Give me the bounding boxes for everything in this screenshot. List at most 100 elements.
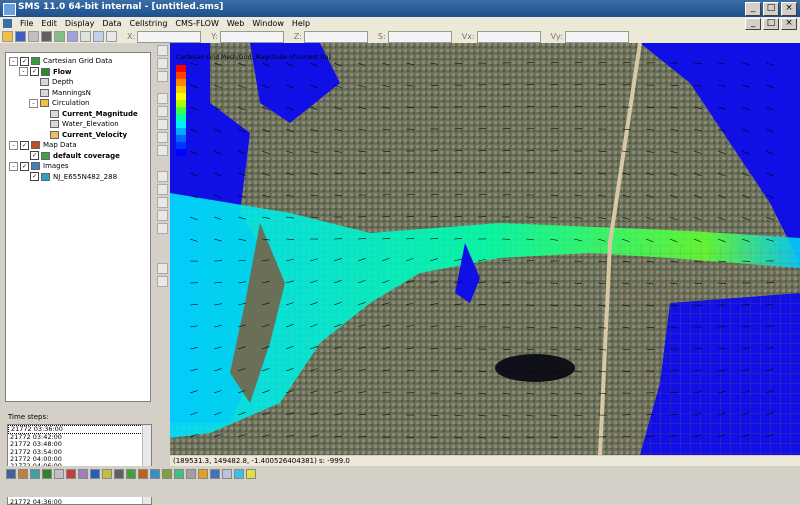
mdi-close-button[interactable]: × xyxy=(781,18,797,30)
contour-icon[interactable] xyxy=(30,469,40,479)
menu-cellstring[interactable]: Cellstring xyxy=(126,19,172,28)
visibility-checkbox[interactable]: ✓ xyxy=(20,162,29,171)
tree-item[interactable]: Current_Magnitude xyxy=(39,109,138,119)
select-row-icon[interactable] xyxy=(157,106,168,117)
tree-item-label: NJ_E655N482_288 xyxy=(53,173,117,181)
select-row-multiple-icon[interactable] xyxy=(157,132,168,143)
menu-window[interactable]: Window xyxy=(248,19,288,28)
print-icon[interactable] xyxy=(28,31,39,42)
tree-item[interactable]: -Circulation xyxy=(29,98,90,108)
tree-item[interactable]: ✓default coverage xyxy=(19,151,120,161)
expand-toggle[interactable]: - xyxy=(9,162,18,171)
zoom-icon[interactable] xyxy=(222,469,232,479)
visibility-checkbox[interactable]: ✓ xyxy=(30,67,39,76)
legend-title: Cartesian Grid Mesh/Grid: Magnitude of c… xyxy=(176,54,331,61)
mdi-minimize-button[interactable]: _ xyxy=(745,18,761,30)
polygon-icon[interactable] xyxy=(157,223,168,234)
menu-help[interactable]: Help xyxy=(288,19,314,28)
select-point-icon[interactable] xyxy=(157,171,168,182)
visibility-checkbox[interactable]: ✓ xyxy=(30,172,39,181)
legend-swatch xyxy=(176,107,186,114)
tree-item[interactable]: Current_Velocity xyxy=(39,130,127,140)
table-icon[interactable] xyxy=(54,469,64,479)
create-point-icon[interactable] xyxy=(157,197,168,208)
expand-toggle[interactable]: - xyxy=(9,57,18,66)
menu-file[interactable]: File xyxy=(16,19,37,28)
help-icon[interactable] xyxy=(246,469,256,479)
tree-item[interactable]: -✓Flow xyxy=(19,67,71,77)
vector-icon[interactable] xyxy=(114,469,124,479)
visibility-checkbox[interactable]: ✓ xyxy=(20,141,29,150)
gis-icon[interactable] xyxy=(162,469,172,479)
menu-bar: File Edit Display Data Cellstring CMS-FL… xyxy=(0,17,800,30)
filter-icon[interactable] xyxy=(138,469,148,479)
xy-icon[interactable] xyxy=(102,469,112,479)
tree-item[interactable]: -✓Cartesian Grid Data xyxy=(9,56,112,66)
layers-icon[interactable] xyxy=(126,469,136,479)
z-field[interactable] xyxy=(304,31,368,43)
globe-icon[interactable] xyxy=(90,469,100,479)
project-tree[interactable]: -✓Cartesian Grid Data-✓FlowDepthMannings… xyxy=(5,52,151,402)
lock-icon[interactable] xyxy=(186,469,196,479)
menu-display[interactable]: Display xyxy=(61,19,99,28)
x-field[interactable] xyxy=(137,31,201,43)
app-icon xyxy=(3,3,16,16)
create-cell-icon[interactable] xyxy=(157,145,168,156)
rotate-icon[interactable] xyxy=(157,71,168,82)
observation-icon[interactable] xyxy=(157,263,168,274)
arrow-icon[interactable] xyxy=(66,469,76,479)
tree-item[interactable]: Depth xyxy=(29,77,73,87)
menu-edit[interactable]: Edit xyxy=(37,19,61,28)
refresh-icon[interactable] xyxy=(234,469,244,479)
close-button[interactable]: × xyxy=(781,2,797,16)
expand-toggle[interactable]: - xyxy=(29,99,38,108)
graphics-window[interactable]: Cartesian Grid Mesh/Grid: Magnitude of c… xyxy=(170,43,800,455)
menu-cms-flow[interactable]: CMS-FLOW xyxy=(171,19,222,28)
expand-toggle[interactable]: - xyxy=(9,141,18,150)
tools-icon[interactable] xyxy=(67,31,78,42)
visibility-checkbox[interactable]: ✓ xyxy=(30,151,39,160)
tree-item[interactable]: Water_Elevation xyxy=(39,119,119,129)
zoom-icon[interactable] xyxy=(157,58,168,69)
y-field[interactable] xyxy=(220,31,284,43)
plot-icon[interactable] xyxy=(78,469,88,479)
map-canvas[interactable]: Cartesian Grid Mesh/Grid: Magnitude of c… xyxy=(170,43,800,455)
menu-web[interactable]: Web xyxy=(223,19,248,28)
pan-icon[interactable] xyxy=(157,45,168,56)
select-column-icon[interactable] xyxy=(157,119,168,130)
time-step-item[interactable]: 21772 04:36:00 xyxy=(8,499,151,505)
save-icon[interactable] xyxy=(15,31,26,42)
image-icon[interactable] xyxy=(150,469,160,479)
tree-item[interactable]: ManningsN xyxy=(29,88,91,98)
grid-icon[interactable] xyxy=(42,469,52,479)
restore-button[interactable]: □ xyxy=(763,2,779,16)
open-icon[interactable] xyxy=(2,31,13,42)
select-node-icon[interactable] xyxy=(157,184,168,195)
document-icon[interactable] xyxy=(3,19,12,28)
minimize-button[interactable]: _ xyxy=(745,2,761,16)
mdi-restore-button[interactable]: □ xyxy=(763,18,779,30)
house-icon[interactable] xyxy=(18,469,28,479)
delete-icon[interactable] xyxy=(41,31,52,42)
coverage-icon[interactable] xyxy=(174,469,184,479)
visibility-checkbox[interactable]: ✓ xyxy=(20,57,29,66)
images-icon xyxy=(31,162,40,170)
palette-icon[interactable] xyxy=(198,469,208,479)
tree-item[interactable]: ✓ NJ_E655N482_288 xyxy=(19,172,117,182)
zoom-icon[interactable] xyxy=(54,31,65,42)
arc-icon[interactable] xyxy=(157,210,168,221)
tree-item[interactable]: -✓Images xyxy=(9,161,69,171)
s-field[interactable] xyxy=(388,31,452,43)
vx-field[interactable] xyxy=(477,31,541,43)
cut-icon[interactable] xyxy=(80,31,91,42)
display-icon[interactable] xyxy=(157,276,168,287)
display-options-icon[interactable] xyxy=(6,469,16,479)
measure-icon[interactable] xyxy=(93,31,104,42)
select-cell-icon[interactable] xyxy=(157,93,168,104)
map-icon[interactable] xyxy=(210,469,220,479)
expand-toggle[interactable]: - xyxy=(19,67,28,76)
tree-item[interactable]: -✓Map Data xyxy=(9,140,77,150)
menu-data[interactable]: Data xyxy=(98,19,125,28)
vy-field[interactable] xyxy=(565,31,629,43)
x-icon[interactable] xyxy=(106,31,117,42)
